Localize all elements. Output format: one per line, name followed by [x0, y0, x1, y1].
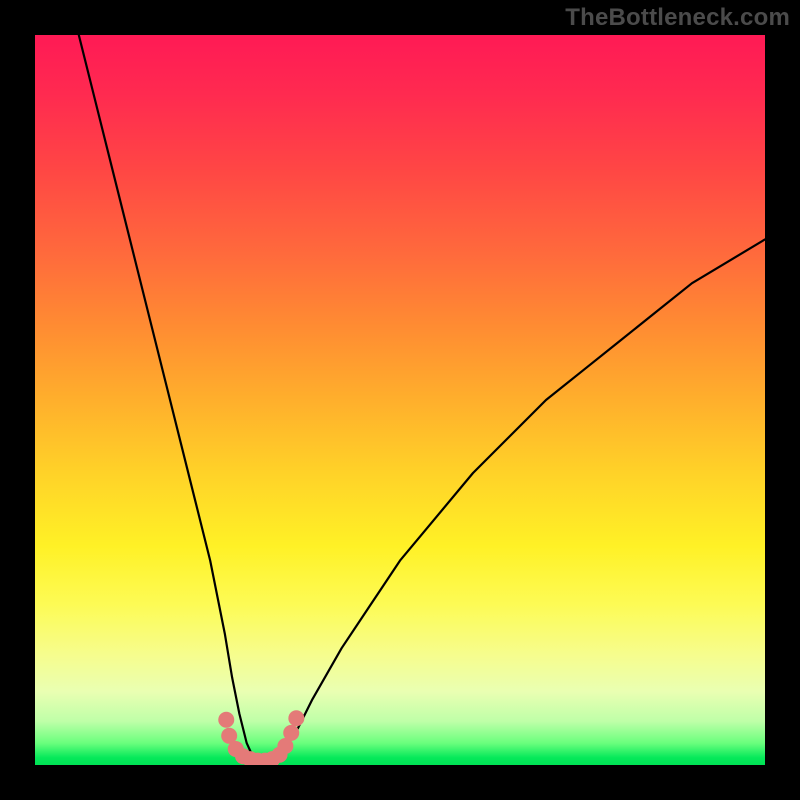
- bottleneck-curve: [79, 35, 765, 761]
- chart-frame: TheBottleneck.com: [0, 0, 800, 800]
- watermark-text: TheBottleneck.com: [565, 4, 790, 32]
- curve-svg: [35, 35, 765, 765]
- marker-dot: [218, 712, 234, 728]
- marker-group: [218, 710, 304, 765]
- plot-area: [35, 35, 765, 765]
- marker-dot: [288, 710, 304, 726]
- marker-dot: [283, 725, 299, 741]
